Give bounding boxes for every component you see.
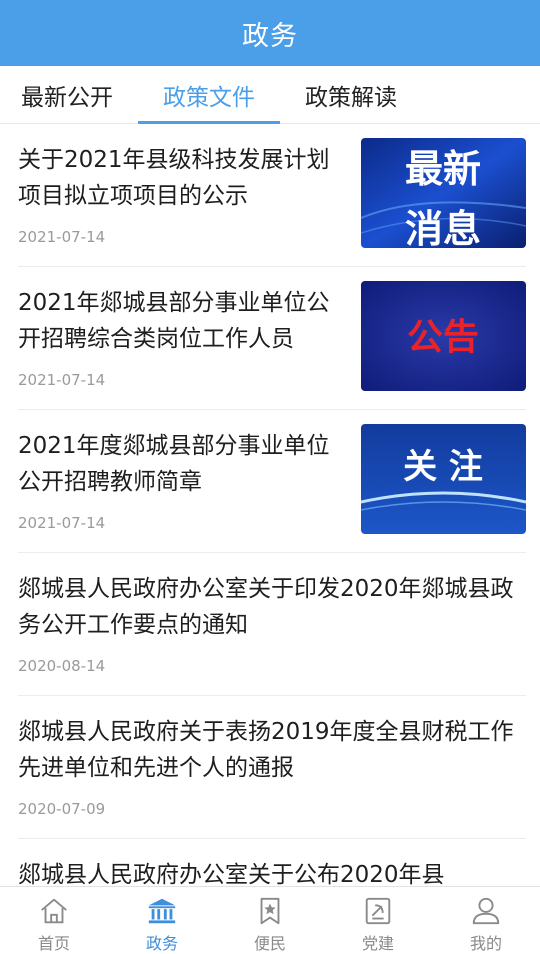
- party-emblem-icon: [365, 897, 391, 925]
- list-item[interactable]: 郯城县人民政府办公室关于印发2020年郯城县政务公开工作要点的通知 2020-0…: [0, 553, 540, 696]
- article-date: 2020-07-09: [18, 800, 106, 818]
- article-date: 2021-07-14: [18, 371, 106, 389]
- article-date: 2020-08-14: [18, 657, 106, 675]
- list-item[interactable]: 郯城县人民政府关于表扬2019年度全县财税工作先进单位和先进个人的通报 2020…: [0, 696, 540, 839]
- thumbnail-text-line1: 最新: [405, 147, 481, 191]
- nav-convenience[interactable]: 便民: [216, 887, 324, 954]
- article-thumbnail[interactable]: 公告: [361, 281, 526, 391]
- article-title: 郯城县人民政府办公室关于公布2020年县: [18, 862, 445, 886]
- nav-government-label: 政务: [145, 934, 178, 953]
- article-title: 郯城县人民政府关于表扬2019年度全县财税工作先进单位和先进个人的通报: [18, 719, 514, 781]
- home-icon: [41, 898, 67, 924]
- tab-policy-interpretation[interactable]: 政策解读: [284, 66, 418, 124]
- nav-convenience-label: 便民: [253, 934, 286, 953]
- list-item[interactable]: 2021年度郯城县部分事业单位公开招聘教师简章 2021-07-14 关 注: [0, 410, 540, 553]
- article-thumbnail[interactable]: 关 注: [361, 424, 526, 534]
- nav-home-label: 首页: [37, 934, 70, 953]
- article-date: 2021-07-14: [18, 514, 106, 532]
- nav-party-building-label: 党建: [361, 934, 394, 953]
- tab-policy-documents[interactable]: 政策文件: [138, 66, 280, 124]
- article-title: 2021年郯城县部分事业单位公开招聘综合类岗位工作人员: [18, 290, 330, 352]
- tab-latest-disclosure[interactable]: 最新公开: [0, 66, 134, 124]
- article-date: 2021-07-14: [18, 228, 106, 246]
- nav-government[interactable]: 政务: [108, 887, 216, 954]
- app-header: 政务: [0, 0, 540, 66]
- thumbnail-text-line2: 消息: [405, 207, 481, 248]
- article-title: 2021年度郯城县部分事业单位公开招聘教师简章: [18, 433, 330, 495]
- nav-home[interactable]: 首页: [0, 887, 108, 954]
- article-thumbnail[interactable]: 最新 消息: [361, 138, 526, 248]
- page-title: 政务: [242, 20, 298, 52]
- thumbnail-text: 公告: [407, 317, 479, 358]
- bottom-navigation: 首页 政务 便民 党建 我的: [0, 886, 540, 954]
- government-building-icon: [148, 898, 176, 924]
- tab-bar: 最新公开 政策文件 政策解读: [0, 66, 540, 124]
- article-list[interactable]: 关于2021年县级科技发展计划项目拟立项项目的公示 2021-07-14 最新 …: [0, 124, 540, 886]
- user-icon: [472, 897, 500, 925]
- nav-party-building[interactable]: 党建: [324, 887, 432, 954]
- bookmark-star-icon: [260, 897, 280, 925]
- article-title: 郯城县人民政府办公室关于印发2020年郯城县政务公开工作要点的通知: [18, 576, 514, 638]
- thumbnail-text: 关 注: [403, 447, 483, 487]
- list-item[interactable]: 关于2021年县级科技发展计划项目拟立项项目的公示 2021-07-14 最新 …: [0, 124, 540, 267]
- nav-profile[interactable]: 我的: [432, 887, 540, 954]
- article-title: 关于2021年县级科技发展计划项目拟立项项目的公示: [18, 147, 330, 209]
- list-item[interactable]: 2021年郯城县部分事业单位公开招聘综合类岗位工作人员 2021-07-14 公…: [0, 267, 540, 410]
- list-item[interactable]: 郯城县人民政府办公室关于公布2020年县: [0, 839, 540, 886]
- nav-profile-label: 我的: [469, 934, 502, 953]
